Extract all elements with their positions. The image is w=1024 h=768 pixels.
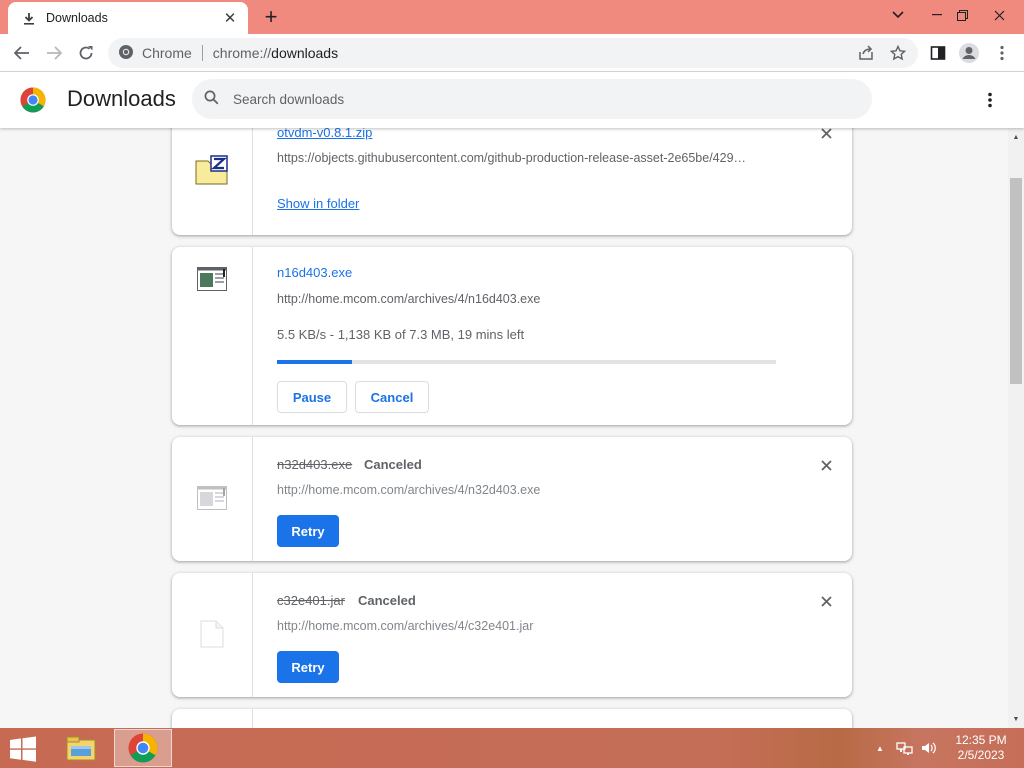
network-icon[interactable] bbox=[896, 728, 914, 768]
chrome-logo-icon bbox=[20, 87, 46, 113]
download-url: http://home.mcom.com/archives/4/c32e401.… bbox=[277, 619, 534, 633]
exe-window-icon bbox=[197, 267, 227, 294]
download-item: n32d403.exe Canceled http://home.mcom.co… bbox=[172, 437, 852, 561]
url-scheme: chrome:// bbox=[212, 45, 272, 61]
blank-file-icon bbox=[200, 620, 224, 651]
tab-downloads[interactable]: Downloads ✕ bbox=[8, 2, 248, 34]
download-file-name: c32e401.jar bbox=[277, 593, 345, 608]
show-in-folder-link[interactable]: Show in folder bbox=[277, 196, 359, 211]
download-icon-column bbox=[172, 128, 253, 235]
download-progress-bar bbox=[277, 360, 776, 364]
file-explorer-icon[interactable] bbox=[52, 729, 110, 767]
new-tab-button[interactable]: + bbox=[258, 4, 284, 30]
clock-time: 12:35 PM bbox=[955, 733, 1007, 747]
search-icon bbox=[204, 90, 219, 108]
share-icon[interactable] bbox=[852, 39, 880, 67]
download-icon bbox=[22, 11, 36, 25]
cancel-button[interactable]: Cancel bbox=[355, 381, 429, 413]
back-button[interactable] bbox=[8, 39, 36, 67]
chrome-site-icon bbox=[118, 44, 134, 63]
search-box[interactable] bbox=[192, 79, 872, 119]
taskbar: ▲ 12:35 PM 2/5/2023 bbox=[0, 728, 1024, 768]
download-url: http://home.mcom.com/archives/4/n32d403.… bbox=[277, 483, 541, 497]
remove-item-icon[interactable] bbox=[818, 128, 834, 141]
remove-item-icon[interactable] bbox=[818, 593, 834, 609]
taskbar-clock[interactable]: 12:35 PM 2/5/2023 bbox=[948, 733, 1014, 763]
site-label: Chrome bbox=[142, 45, 192, 61]
downloads-list: otvdm-v0.8.1.zip https://objects.githubu… bbox=[0, 128, 1008, 728]
bookmark-star-icon[interactable] bbox=[884, 39, 912, 67]
exe-window-icon bbox=[197, 485, 227, 513]
pause-button[interactable]: Pause bbox=[277, 381, 347, 413]
download-url: http://home.mcom.com/archives/4/n16d403.… bbox=[277, 292, 541, 306]
scroll-down-arrow-icon[interactable]: ▼ bbox=[1008, 712, 1024, 726]
url-path: downloads bbox=[271, 45, 339, 61]
tab-search-chevron-icon[interactable] bbox=[881, 0, 915, 30]
download-file-name[interactable]: otvdm-v0.8.1.zip bbox=[277, 128, 372, 140]
restore-button[interactable] bbox=[945, 0, 979, 30]
clock-date: 2/5/2023 bbox=[957, 748, 1005, 762]
retry-button[interactable]: Retry bbox=[277, 651, 339, 683]
omnibox-separator bbox=[201, 45, 203, 61]
download-progress-fill bbox=[277, 360, 352, 364]
download-icon-column bbox=[172, 573, 253, 697]
tray-show-hidden-icon[interactable]: ▲ bbox=[876, 728, 884, 768]
download-status: Canceled bbox=[358, 593, 416, 608]
download-file-name: n32d403.exe bbox=[277, 457, 353, 472]
download-progress-text: 5.5 KB/s - 1,138 KB of 7.3 MB, 19 mins l… bbox=[277, 327, 525, 342]
remove-item-icon[interactable] bbox=[818, 457, 834, 473]
download-item: n16d403.exe http://home.mcom.com/archive… bbox=[172, 247, 852, 425]
page-title: Downloads bbox=[67, 86, 176, 111]
close-window-button[interactable] bbox=[982, 0, 1016, 30]
tab-title: Downloads bbox=[46, 11, 108, 25]
scroll-up-arrow-icon[interactable]: ▲ bbox=[1008, 130, 1024, 144]
page-scrollbar[interactable]: ▲ ▼ bbox=[1008, 128, 1024, 728]
downloads-more-actions-icon[interactable] bbox=[978, 88, 1002, 112]
url-text: chrome://downloads bbox=[213, 45, 338, 61]
forward-button[interactable] bbox=[40, 39, 68, 67]
downloads-header: Downloads bbox=[0, 72, 1024, 128]
scrollbar-thumb[interactable] bbox=[1010, 178, 1022, 384]
chrome-taskbar-icon[interactable] bbox=[114, 729, 172, 767]
zip-archive-icon bbox=[195, 155, 229, 188]
tab-strip: Downloads ✕ + bbox=[0, 0, 1024, 34]
download-url: https://objects.githubusercontent.com/gi… bbox=[277, 151, 747, 165]
download-icon-column bbox=[172, 247, 253, 425]
profile-avatar-icon[interactable] bbox=[955, 39, 983, 67]
download-item: c32e401.jar Canceled http://home.mcom.co… bbox=[172, 573, 852, 697]
reload-button[interactable] bbox=[72, 39, 100, 67]
download-file-name[interactable]: n16d403.exe bbox=[277, 265, 352, 280]
side-panel-icon[interactable] bbox=[924, 39, 952, 67]
download-icon-column bbox=[172, 709, 253, 728]
retry-button[interactable]: Retry bbox=[277, 515, 339, 547]
download-item bbox=[172, 709, 852, 728]
browser-menu-icon[interactable] bbox=[988, 39, 1016, 67]
volume-icon[interactable] bbox=[920, 728, 938, 768]
omnibox[interactable]: Chrome chrome://downloads bbox=[108, 38, 918, 68]
search-input[interactable] bbox=[233, 91, 793, 107]
browser-toolbar: Chrome chrome://downloads bbox=[0, 34, 1024, 72]
download-item: otvdm-v0.8.1.zip https://objects.githubu… bbox=[172, 128, 852, 235]
close-tab-icon[interactable]: ✕ bbox=[222, 10, 238, 27]
download-icon-column bbox=[172, 437, 253, 561]
download-status: Canceled bbox=[364, 457, 422, 472]
windows-start-icon[interactable] bbox=[8, 736, 40, 762]
